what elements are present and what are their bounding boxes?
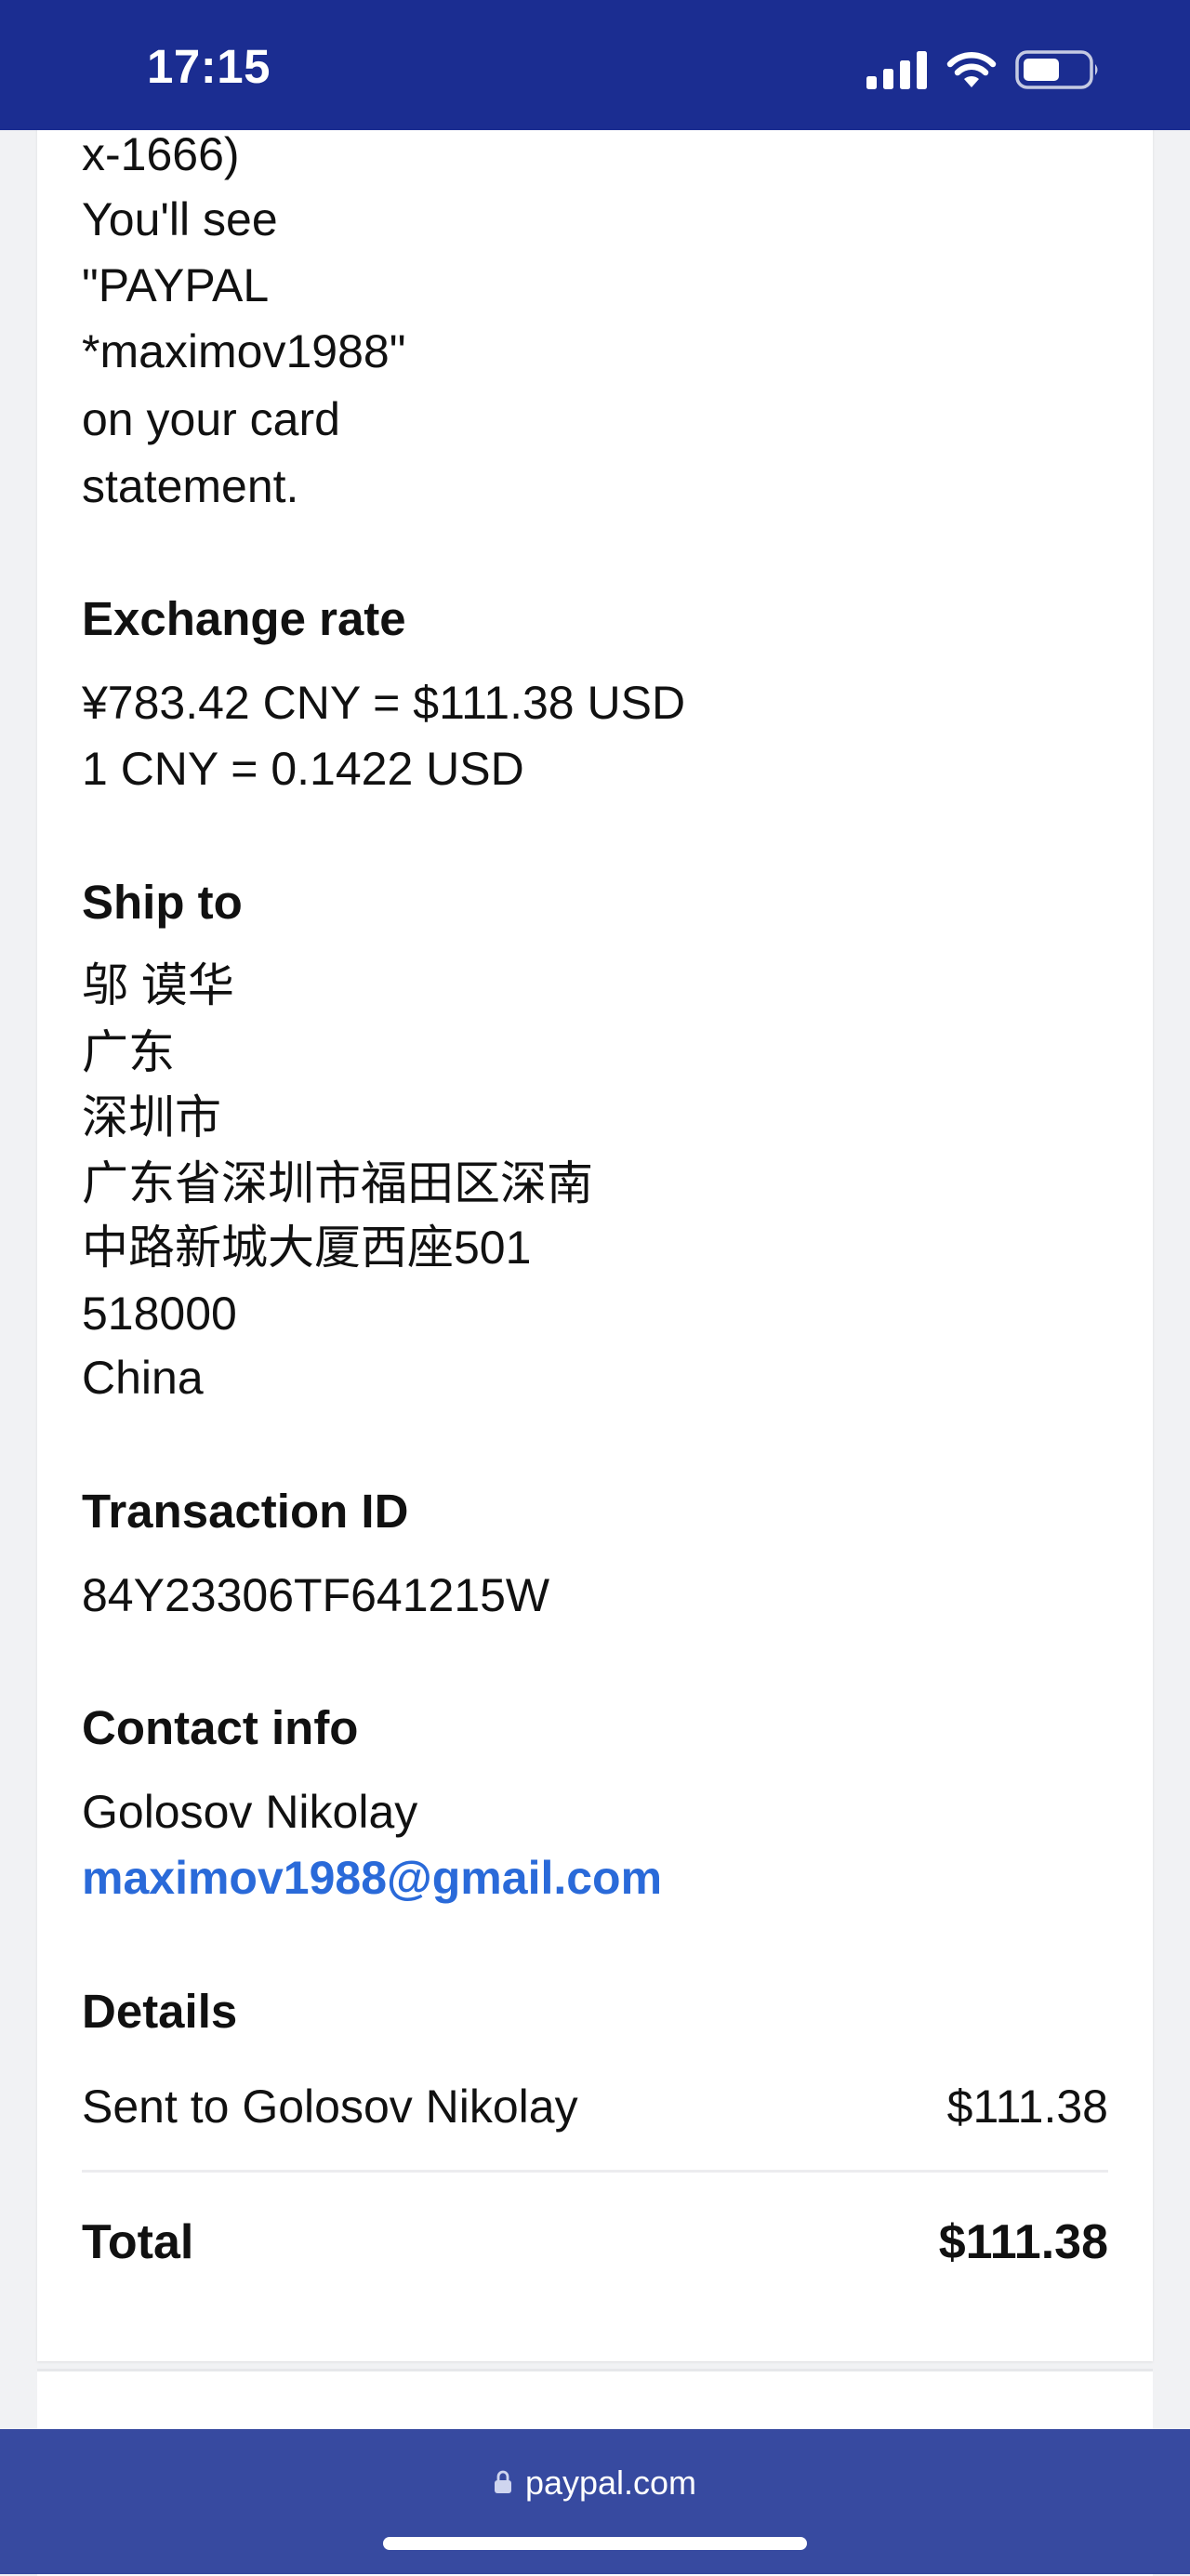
payment-note-line: "PAYPAL: [82, 259, 270, 311]
total-label: Total: [82, 2215, 194, 2269]
ship-to-line: 广东: [82, 1026, 175, 1078]
contact-info-heading: Contact info: [82, 1701, 359, 1754]
battery-icon: [1015, 49, 1101, 90]
lock-icon: [494, 2463, 512, 2503]
cellular-signal-icon: [866, 50, 928, 89]
ship-to-line: 邬 谟华: [82, 959, 234, 1011]
ship-to-line: 518000: [82, 1288, 237, 1340]
payment-note-line: on your card: [82, 393, 340, 445]
sent-to-label: Sent to Golosov Nikolay: [82, 2081, 578, 2133]
status-bar: 17:15: [0, 0, 1190, 130]
exchange-rate-value: 1 CNY = 0.1422 USD: [82, 743, 524, 795]
transaction-id-heading: Transaction ID: [82, 1485, 409, 1538]
payment-note-line: x-1666): [82, 128, 240, 180]
exchange-rate-heading: Exchange rate: [82, 592, 406, 645]
payment-note-line: You'll see: [82, 193, 278, 245]
details-heading: Details: [82, 1985, 238, 2038]
transaction-id-value: 84Y23306TF641215W: [82, 1569, 550, 1621]
exchange-rate-conversion: ¥783.42 CNY = $111.38 USD: [82, 677, 686, 729]
ship-to-heading: Ship to: [82, 876, 243, 929]
home-indicator[interactable]: [383, 2537, 807, 2550]
url-display[interactable]: paypal.com: [0, 2463, 1190, 2503]
sent-to-amount: $111.38: [946, 2081, 1108, 2133]
contact-name: Golosov Nikolay: [82, 1786, 418, 1838]
payment-note-line: *maximov1988": [82, 325, 406, 377]
ship-to-line: China: [82, 1352, 204, 1404]
total-amount: $111.38: [938, 2215, 1108, 2269]
status-time: 17:15: [147, 40, 271, 93]
url-text: paypal.com: [524, 2464, 697, 2502]
ship-to-line: 中路新城大厦西座501: [82, 1222, 532, 1274]
payment-note-line: statement.: [82, 460, 299, 512]
details-divider: [82, 2170, 1108, 2173]
ship-to-line: 深圳市: [82, 1091, 221, 1143]
contact-email-link[interactable]: maximov1988@gmail.com: [82, 1844, 662, 1911]
browser-address-bar[interactable]: paypal.com: [0, 2429, 1190, 2574]
ship-to-line: 广东省深圳市福田区深南: [82, 1157, 593, 1209]
status-icons: [866, 46, 1101, 93]
wifi-icon: [945, 50, 998, 89]
